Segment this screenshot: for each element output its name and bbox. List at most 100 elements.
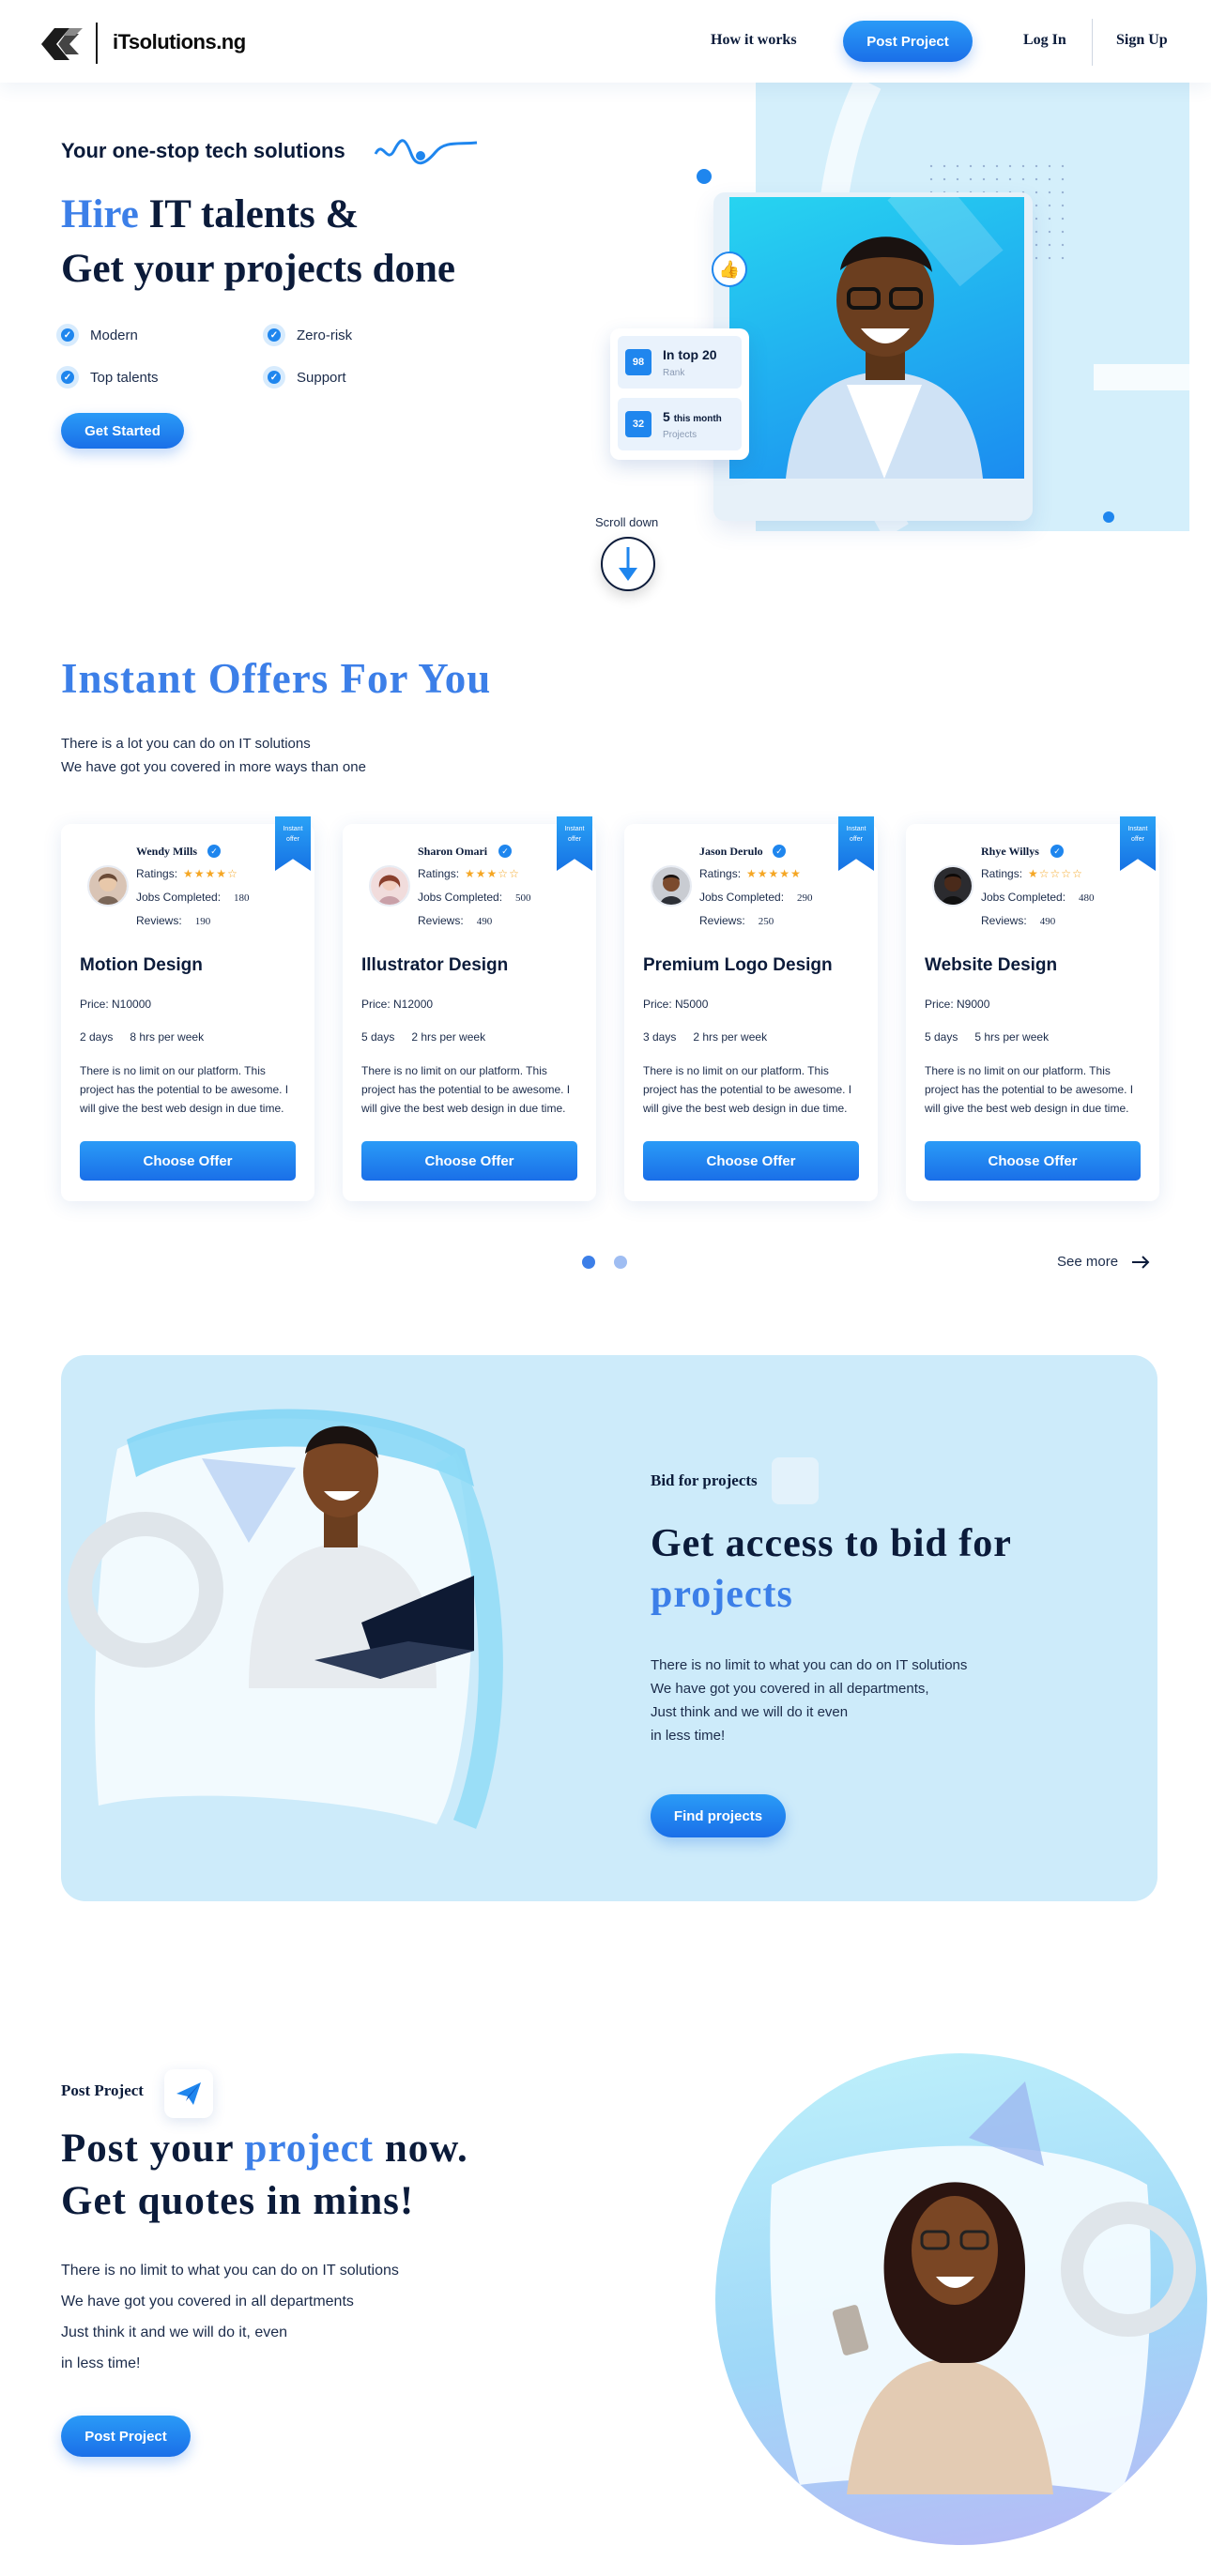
star-rating: ★☆☆☆☆ [1028, 867, 1083, 880]
offer-price: Price: N12000 [361, 998, 434, 1011]
ribbon-text: offer [286, 836, 299, 843]
scroll-down-label: Scroll down [595, 515, 659, 529]
carousel-dot-active[interactable] [582, 1256, 595, 1269]
offer-title: Motion Design [80, 955, 203, 975]
jobs-value: 500 [515, 892, 531, 904]
jobs-row: Jobs Completed: 180 [136, 891, 250, 904]
choose-offer-button[interactable]: Choose Offer [361, 1141, 577, 1181]
jobs-value: 290 [797, 892, 813, 904]
post-text-line: Just think it and we will do it, even [61, 2324, 288, 2340]
offer-days: 5 days [361, 1030, 395, 1044]
reviews-value: 490 [476, 916, 493, 927]
bid-text-line: in less time! [651, 1728, 726, 1744]
offer-price: Price: N5000 [643, 998, 709, 1011]
ribbon-text: offer [850, 836, 863, 843]
hero-photo [729, 197, 1024, 479]
jobs-label: Jobs Completed: [418, 891, 503, 904]
reviews-value: 190 [194, 916, 211, 927]
post-project-button[interactable]: Post Project [843, 21, 973, 62]
reviews-label: Reviews: [981, 914, 1027, 927]
jobs-value: 480 [1079, 892, 1095, 904]
reviews-row: Reviews: 190 [136, 914, 210, 927]
bid-icon-box [772, 1457, 819, 1504]
ratings-row: Ratings: ★★★☆☆ [418, 867, 520, 880]
post-title-part: now. [374, 2126, 468, 2171]
hero-title-line2: Get your projects done [61, 247, 456, 291]
instant-offer-ribbon: Instant offer [275, 816, 311, 871]
ratings-label: Ratings: [981, 867, 1023, 880]
offers-subtitle: There is a lot you can do on IT solution… [61, 732, 366, 779]
feature-item: ✓ Modern [56, 324, 138, 346]
site-header: iTsolutions.ng How it works Post Project… [0, 0, 1211, 83]
post-photo-circle [715, 2053, 1207, 2545]
jobs-label: Jobs Completed: [981, 891, 1066, 904]
offer-duration: 3 days 2 hrs per week [643, 1030, 767, 1044]
freelancer-name: Jason Derulo [699, 845, 763, 858]
see-more-link[interactable]: See more [1057, 1254, 1150, 1270]
offer-days: 2 days [80, 1030, 114, 1044]
carousel-dot[interactable] [614, 1256, 627, 1269]
nav-login[interactable]: Log In [1023, 32, 1066, 49]
offers-subtitle-line: We have got you covered in more ways tha… [61, 759, 366, 775]
star-rating: ★★★★★ [746, 867, 802, 880]
stat-rank: 98 In top 20 Rank [618, 336, 742, 389]
offer-card: Instant offer Sharon Omari ✓ Ratings: ★★★☆… [343, 816, 596, 1201]
hero-title-accent: Hire [61, 192, 139, 236]
stat-projects: 32 5 this month Projects [618, 398, 742, 450]
get-started-button[interactable]: Get Started [61, 413, 184, 449]
post-title: Post your project now. Get quotes in min… [61, 2123, 468, 2228]
jobs-label: Jobs Completed: [699, 891, 785, 904]
verified-icon: ✓ [498, 845, 512, 858]
check-icon: ✓ [263, 324, 285, 346]
hero-title: Hire IT talents & Get your projects done [61, 188, 455, 297]
ribbon-text: Instant [1127, 826, 1148, 832]
ratings-row: Ratings: ★☆☆☆☆ [981, 867, 1083, 880]
offer-title: Premium Logo Design [643, 955, 833, 975]
offer-card: Instant offer Rhye Willys ✓ Ratings: ★☆☆☆☆… [906, 816, 1159, 1201]
choose-offer-button[interactable]: Choose Offer [80, 1141, 296, 1181]
bid-eyebrow: Bid for projects [651, 1471, 758, 1489]
bid-title-accent: projects [651, 1573, 793, 1616]
post-project-cta-button[interactable]: Post Project [61, 2416, 191, 2457]
decor-dot [1103, 511, 1114, 523]
offers-subtitle-line: There is a lot you can do on IT solution… [61, 736, 311, 752]
jobs-label: Jobs Completed: [136, 891, 222, 904]
offer-hours: 2 hrs per week [411, 1030, 486, 1044]
feature-label: Modern [90, 327, 138, 343]
instant-offer-ribbon: Instant offer [838, 816, 874, 871]
logo-divider [96, 23, 98, 64]
offer-hours: 2 hrs per week [693, 1030, 768, 1044]
ratings-row: Ratings: ★★★★★ [699, 867, 802, 880]
reviews-row: Reviews: 250 [699, 914, 774, 927]
stat-projects-badge: 32 [625, 411, 651, 437]
offers-title: Instant Offers For You [61, 655, 492, 702]
reviews-label: Reviews: [136, 914, 182, 927]
bid-text-line: Just think and we will do it even [651, 1704, 849, 1720]
instant-offer-ribbon: Instant offer [1120, 816, 1156, 871]
choose-offer-button[interactable]: Choose Offer [925, 1141, 1141, 1181]
avatar [87, 865, 129, 907]
reviews-row: Reviews: 490 [418, 914, 492, 927]
offer-description: There is no limit on our platform. This … [80, 1064, 289, 1115]
ribbon-text: Instant [846, 826, 866, 832]
bid-text: There is no limit to what you can do on … [651, 1654, 967, 1747]
stat-rank-badge: 98 [625, 349, 651, 375]
offer-days: 5 days [925, 1030, 958, 1044]
avatar [932, 865, 973, 907]
offer-hours: 8 hrs per week [130, 1030, 205, 1044]
offer-duration: 5 days 5 hrs per week [925, 1030, 1049, 1044]
nav-signup[interactable]: Sign Up [1116, 32, 1168, 49]
bid-text-line: There is no limit to what you can do on … [651, 1657, 968, 1673]
nav-how-it-works[interactable]: How it works [711, 32, 797, 49]
instant-offer-ribbon: Instant offer [557, 816, 592, 871]
logo-icon[interactable] [41, 26, 83, 62]
choose-offer-button[interactable]: Choose Offer [643, 1141, 859, 1181]
arrow-right-icon [1132, 1255, 1150, 1269]
post-title-part: Post your [61, 2126, 245, 2171]
thumbs-up-icon: 👍 [712, 252, 747, 287]
scroll-down-button[interactable] [601, 537, 655, 591]
logo-text[interactable]: iTsolutions.ng [113, 30, 246, 54]
find-projects-button[interactable]: Find projects [651, 1794, 786, 1837]
ribbon-text: Instant [564, 826, 585, 832]
bid-title-line1: Get access to bid for [651, 1522, 1012, 1565]
